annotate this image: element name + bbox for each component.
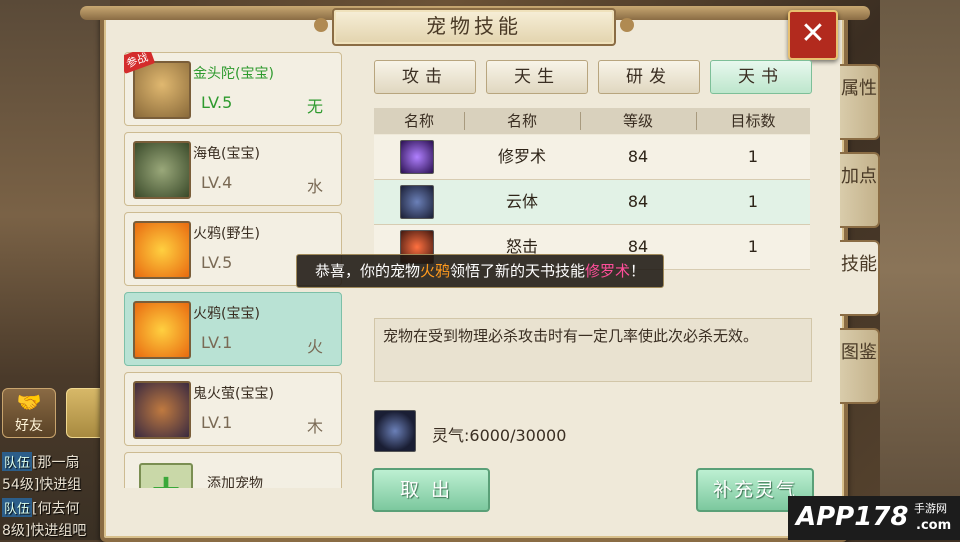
col-header-icon: 名称 bbox=[403, 112, 434, 130]
table-row-selected[interactable]: 云体 84 1 bbox=[374, 180, 810, 225]
tab-heavenly-book[interactable]: 天书 bbox=[710, 60, 812, 94]
skill-targets: 1 bbox=[747, 192, 759, 211]
pet-name: 火鸦(宝宝) bbox=[193, 306, 260, 322]
skill-learned-toast: 恭喜，你的宠物火鸦领悟了新的天书技能修罗术！ bbox=[296, 254, 664, 288]
skill-level: 84 bbox=[627, 147, 649, 166]
chat-text: [那一扇 bbox=[32, 455, 80, 471]
tab-research[interactable]: 研发 bbox=[598, 60, 700, 94]
watermark-brand: APP178 bbox=[796, 502, 909, 532]
pet-level: LV.1 bbox=[201, 413, 233, 432]
pet-item-selected[interactable]: 火鸦(宝宝) LV.1 火 bbox=[124, 292, 342, 366]
pet-item[interactable]: 参战 金头陀(宝宝) LV.5 无 bbox=[124, 52, 342, 126]
pet-name: 火鸦(野生) bbox=[193, 226, 260, 242]
side-tab-add-points[interactable]: 加点 bbox=[840, 152, 880, 228]
chat-line[interactable]: 队伍 [何去何 bbox=[2, 498, 79, 518]
skill-icon bbox=[400, 140, 434, 174]
table-row[interactable]: 修罗术 84 1 bbox=[374, 135, 810, 180]
plus-icon: + bbox=[139, 463, 193, 488]
chat-text: [何去何 bbox=[32, 501, 80, 517]
add-pet-item[interactable]: + 添加宠物 bbox=[124, 452, 342, 488]
chat-text: 8级]快进组吧 bbox=[2, 523, 87, 539]
pet-element: 火 bbox=[306, 337, 323, 356]
take-out-button[interactable]: 取出 bbox=[372, 468, 490, 512]
spirit-icon bbox=[374, 410, 416, 452]
pet-avatar bbox=[133, 61, 191, 119]
side-tab-skills[interactable]: 技能 bbox=[840, 240, 880, 316]
handshake-icon: 🤝 bbox=[16, 390, 42, 414]
watermark-sub: 手游网 bbox=[914, 502, 947, 515]
pet-name: 金头陀(宝宝) bbox=[193, 66, 274, 82]
side-tab-encyclopedia[interactable]: 图鉴 bbox=[840, 328, 880, 404]
pet-level: LV.4 bbox=[201, 173, 233, 192]
col-header-level: 等级 bbox=[622, 112, 653, 130]
friends-label: 好友 bbox=[15, 418, 43, 434]
pet-level: LV.5 bbox=[201, 253, 233, 272]
tab-attack[interactable]: 攻击 bbox=[374, 60, 476, 94]
skill-level: 84 bbox=[627, 192, 649, 211]
close-button[interactable]: ✕ bbox=[788, 10, 838, 60]
toast-suffix: ！ bbox=[630, 262, 646, 280]
toast-skill-name: 修罗术 bbox=[585, 262, 631, 280]
pet-level: LV.1 bbox=[201, 333, 233, 352]
pet-element: 木 bbox=[306, 417, 323, 436]
chat-line[interactable]: 队伍 [那一扇 bbox=[2, 452, 79, 472]
close-icon: ✕ bbox=[800, 16, 826, 51]
skill-icon bbox=[400, 185, 434, 219]
tab-innate[interactable]: 天生 bbox=[486, 60, 588, 94]
skill-description: 宠物在受到物理必杀攻击时有一定几率使此次必杀无效。 bbox=[374, 318, 812, 382]
pet-name: 鬼火萤(宝宝) bbox=[193, 386, 274, 402]
watermark-logo: APP178 手游网 .com bbox=[788, 496, 960, 540]
chat-line[interactable]: 8级]快进组吧 bbox=[2, 520, 86, 540]
col-header-targets: 目标数 bbox=[730, 112, 776, 130]
friends-button[interactable]: 🤝 好友 bbox=[2, 388, 56, 438]
skill-name: 云体 bbox=[505, 192, 538, 211]
pet-name: 海龟(宝宝) bbox=[193, 146, 260, 162]
chat-channel-tag: 队伍 bbox=[2, 452, 33, 471]
chat-text: 54级]快进组 bbox=[2, 477, 82, 493]
add-pet-label: 添加宠物 bbox=[207, 476, 263, 488]
skill-targets: 1 bbox=[747, 237, 759, 256]
pet-item[interactable]: 鬼火萤(宝宝) LV.1 木 bbox=[124, 372, 342, 446]
pet-level: LV.5 bbox=[201, 93, 233, 112]
panel-title: 宠物技能 bbox=[314, 8, 634, 46]
skill-targets: 1 bbox=[747, 147, 759, 166]
pet-avatar bbox=[133, 381, 191, 439]
col-header-name: 名称 bbox=[506, 112, 537, 130]
side-tab-attributes[interactable]: 属性 bbox=[840, 64, 880, 140]
pet-avatar bbox=[133, 141, 191, 199]
toast-middle: 领悟了新的天书技能 bbox=[449, 262, 585, 280]
toast-prefix: 恭喜，你的宠物 bbox=[314, 262, 420, 280]
chat-channel-tag: 队伍 bbox=[2, 498, 33, 517]
pet-item[interactable]: 海龟(宝宝) LV.4 水 bbox=[124, 132, 342, 206]
chat-line[interactable]: 54级]快进组 bbox=[2, 474, 81, 494]
skill-table: 名称 名称 等级 目标数 修罗术 84 1 云体 84 1 怒击 84 1 bbox=[374, 108, 810, 276]
skill-name: 修罗术 bbox=[497, 147, 546, 166]
game-background-right bbox=[880, 0, 960, 540]
pet-avatar bbox=[133, 221, 191, 279]
toast-pet-name: 火鸦 bbox=[419, 262, 450, 280]
table-header: 名称 名称 等级 目标数 bbox=[374, 108, 810, 134]
pet-avatar bbox=[133, 301, 191, 359]
watermark-domain: .com bbox=[916, 518, 952, 533]
pet-element: 无 bbox=[306, 97, 323, 116]
spirit-value: 灵气:6000/30000 bbox=[432, 426, 567, 445]
pet-element: 水 bbox=[306, 177, 323, 196]
